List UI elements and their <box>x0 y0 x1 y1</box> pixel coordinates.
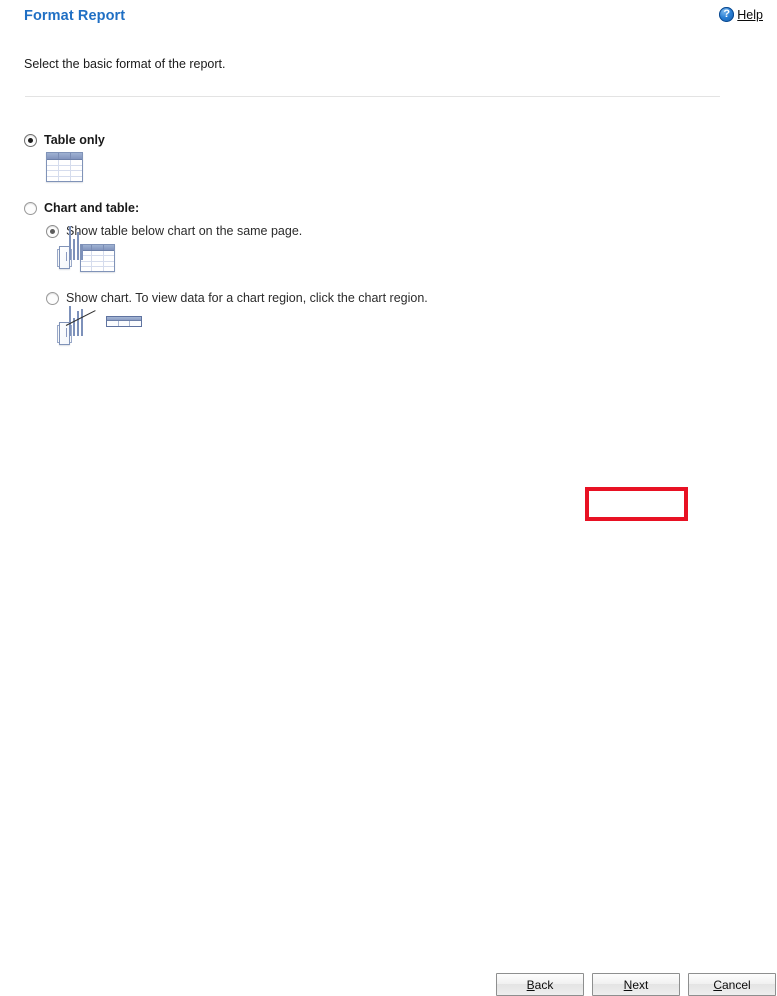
cancel-button[interactable]: Cancel <box>688 973 776 996</box>
help-question-circle-icon <box>719 6 735 22</box>
option-table-only-label: Table only <box>44 133 105 147</box>
cancel-button-accel: C <box>713 977 722 992</box>
dialog-footer: Back Next Cancel <box>0 476 777 996</box>
header-divider <box>25 96 720 97</box>
back-button[interactable]: Back <box>496 973 584 996</box>
table-grid-icon <box>46 152 83 182</box>
back-button-accel: B <box>526 977 535 992</box>
option-chart-and-table-label: Chart and table: <box>44 201 140 215</box>
next-button-accel: N <box>623 977 633 992</box>
back-button-label: ack <box>534 977 554 992</box>
leader-line-icon <box>65 310 110 357</box>
option-chart-and-table[interactable]: Chart and table: <box>24 200 724 216</box>
radio-show-chart[interactable] <box>46 292 59 305</box>
suboption-show-chart[interactable]: Show chart. To view data for a chart reg… <box>46 290 724 306</box>
bar-chart-icon-frame <box>57 226 83 269</box>
bar-chart-icon <box>59 306 83 345</box>
page-description: Select the basic format of the report. <box>24 57 226 71</box>
suboption-table-below-chart-label: Show table below chart on the same page. <box>66 224 303 238</box>
help-label: Help <box>737 7 763 22</box>
table-below-chart-icon-strip <box>57 226 724 272</box>
format-options-group: Table only Chart and table: Show table b… <box>24 132 724 357</box>
suboption-table-below-chart[interactable]: Show table below chart on the same page. <box>46 223 724 239</box>
help-link[interactable]: Help <box>719 6 763 22</box>
radio-table-below-chart[interactable] <box>46 225 59 238</box>
next-button[interactable]: Next <box>592 973 680 996</box>
show-chart-icon-strip <box>57 306 724 357</box>
table-only-icon-strip <box>46 152 724 182</box>
bar-chart-icon <box>59 226 83 269</box>
next-button-label: ext <box>632 977 649 992</box>
table-grid-icon <box>80 244 115 272</box>
tooltip-grid-icon <box>106 315 142 327</box>
suboption-show-chart-label: Show chart. To view data for a chart reg… <box>66 291 428 305</box>
page-title: Format Report <box>24 8 126 24</box>
bar-chart-icon-frame <box>57 306 83 345</box>
cancel-button-label: ancel <box>721 977 751 992</box>
radio-chart-and-table[interactable] <box>24 202 37 215</box>
radio-table-only[interactable] <box>24 134 37 147</box>
option-table-only[interactable]: Table only <box>24 132 724 148</box>
